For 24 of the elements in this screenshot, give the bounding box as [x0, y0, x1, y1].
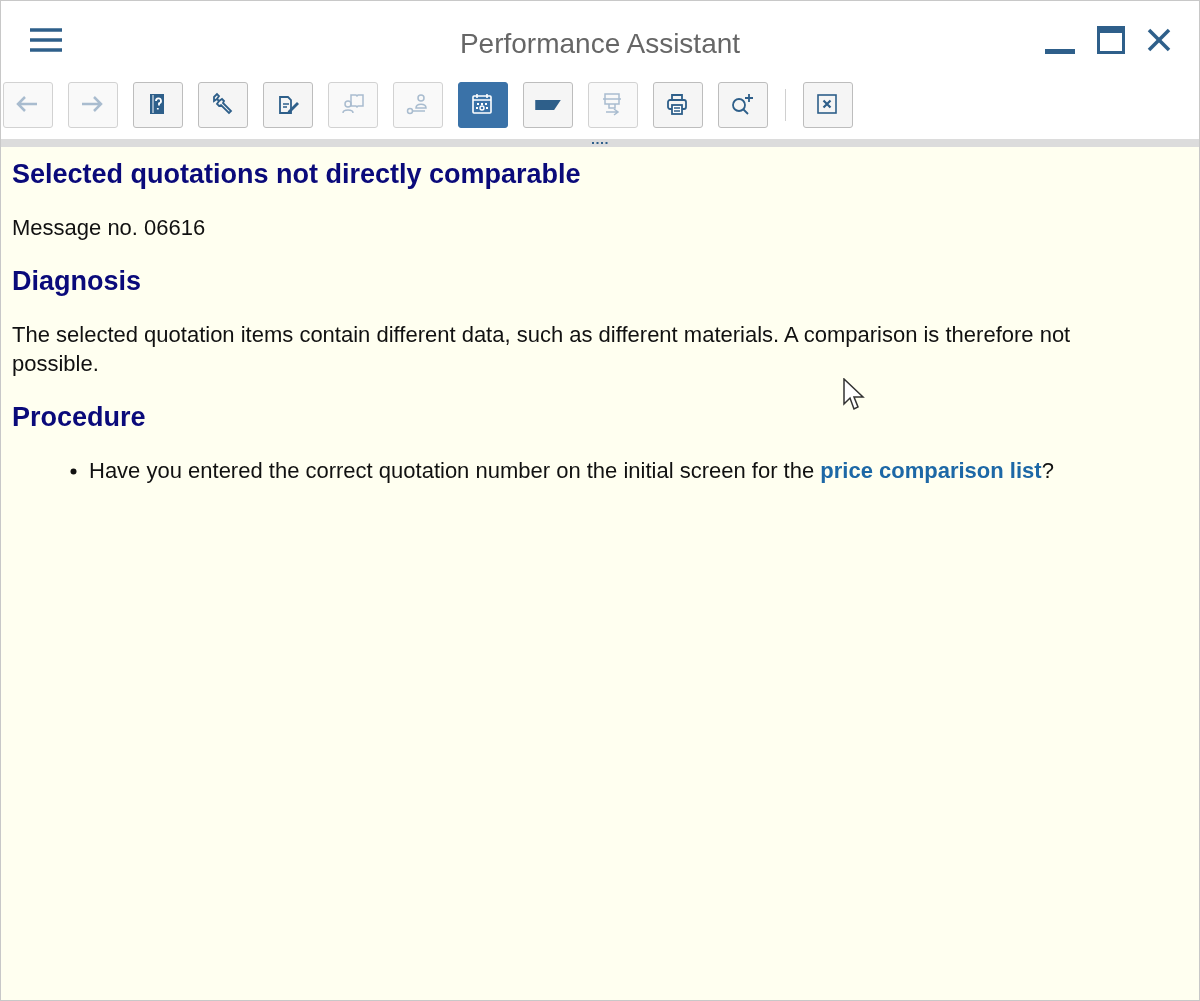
toolbar-button[interactable] — [198, 82, 248, 128]
paragraph: Message no. 06616 — [12, 214, 207, 242]
menu-icon[interactable] — [29, 27, 63, 53]
section-heading: Diagnosis — [12, 265, 142, 298]
section-heading: Procedure — [12, 401, 146, 434]
window-title: Performance Assistant — [459, 27, 741, 61]
mouse-pointer-icon — [843, 378, 867, 412]
bullet-icon — [70, 468, 77, 475]
paragraph: The selected quotation items contain different data, such as different materials. A comparison is therefore not possible. — [12, 321, 1072, 378]
toolbar-button[interactable] — [458, 82, 508, 128]
flag-shape-icon — [535, 100, 561, 110]
minimize-icon[interactable] — [1045, 49, 1075, 55]
maximize-icon[interactable] — [1097, 26, 1125, 54]
list-item-text: Have you entered the correct quotation number on the initial screen for the price comparison list? — [89, 457, 1054, 485]
toolbar-button[interactable] — [523, 82, 573, 128]
toolbar-button[interactable] — [133, 82, 183, 128]
toolbar-button[interactable] — [803, 82, 853, 128]
toolbar-button[interactable] — [653, 82, 703, 128]
close-icon[interactable] — [1147, 28, 1171, 52]
toolbar-button[interactable] — [263, 82, 313, 128]
link[interactable]: price comparison list — [820, 458, 1042, 483]
resize-handle-icon[interactable] — [592, 141, 608, 145]
toolbar-button[interactable] — [718, 82, 768, 128]
section-heading: Selected quotations not directly comparable — [12, 158, 581, 191]
